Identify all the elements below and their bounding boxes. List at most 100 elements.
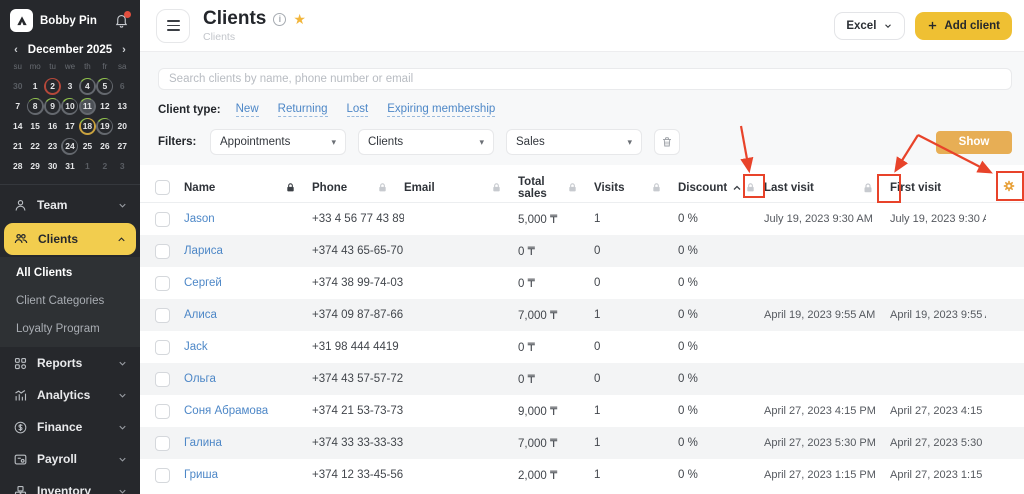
- client-type-new-link[interactable]: New: [236, 103, 259, 117]
- calendar-day[interactable]: 3: [61, 78, 78, 95]
- calendar-day[interactable]: 10: [61, 98, 78, 115]
- calendar-day-name: sa: [114, 62, 131, 76]
- calendar-day[interactable]: 22: [27, 138, 44, 155]
- sidebar-item-label: Clients: [38, 232, 78, 246]
- calendar-day[interactable]: 14: [9, 118, 26, 135]
- row-checkbox[interactable]: [155, 404, 170, 419]
- sidebar-item-inventory[interactable]: Inventory: [0, 475, 140, 494]
- calendar-day[interactable]: 5: [96, 78, 113, 95]
- calendar-day[interactable]: 30: [9, 78, 26, 95]
- calendar-next-icon[interactable]: ›: [119, 44, 129, 56]
- calendar-day[interactable]: 23: [44, 138, 61, 155]
- table-row: Сергей+374 38 99-74-030 ₸00 %: [140, 267, 1024, 299]
- calendar-day[interactable]: 19: [96, 118, 113, 135]
- client-type-returning-link[interactable]: Returning: [278, 103, 328, 117]
- calendar-day[interactable]: 4: [79, 78, 96, 95]
- filters-label: Filters:: [158, 136, 210, 148]
- show-button[interactable]: Show: [936, 131, 1012, 154]
- lock-icon[interactable]: [862, 182, 874, 194]
- lock-icon[interactable]: [377, 182, 388, 193]
- calendar-day[interactable]: 7: [9, 98, 26, 115]
- calendar-day[interactable]: 21: [9, 138, 26, 155]
- client-type-label: Client type:: [158, 104, 221, 116]
- lock-icon[interactable]: [567, 182, 578, 193]
- calendar-day[interactable]: 26: [96, 138, 113, 155]
- filter-dropdown-sales[interactable]: Sales ▾: [506, 129, 642, 155]
- calendar-day[interactable]: 24: [61, 138, 78, 155]
- calendar-day[interactable]: 30: [44, 158, 61, 175]
- calendar-day[interactable]: 27: [114, 138, 131, 155]
- hamburger-menu-button[interactable]: [156, 9, 190, 43]
- row-checkbox[interactable]: [155, 468, 170, 483]
- filter-dropdown-clients[interactable]: Clients ▾: [358, 129, 494, 155]
- client-type-lost-link[interactable]: Lost: [347, 103, 369, 117]
- client-visits: 1: [594, 213, 678, 225]
- chevron-down-icon: [883, 21, 893, 31]
- client-name-link[interactable]: Галина: [184, 437, 222, 449]
- calendar-day[interactable]: 20: [114, 118, 131, 135]
- row-checkbox[interactable]: [155, 244, 170, 259]
- calendar-day[interactable]: 11: [79, 98, 96, 115]
- sort-ascending-icon[interactable]: [731, 182, 743, 194]
- calendar-day[interactable]: 17: [61, 118, 78, 135]
- excel-export-button[interactable]: Excel: [834, 12, 905, 40]
- calendar-day[interactable]: 1: [79, 158, 96, 175]
- calendar-day[interactable]: 9: [44, 98, 61, 115]
- calendar-day[interactable]: 2: [44, 78, 61, 95]
- row-checkbox[interactable]: [155, 340, 170, 355]
- sidebar-item-analytics[interactable]: Analytics: [0, 379, 140, 411]
- sidebar-item-all-clients[interactable]: All Clients: [0, 259, 140, 287]
- calendar-day[interactable]: 8: [27, 98, 44, 115]
- lock-icon[interactable]: [285, 182, 296, 193]
- row-checkbox[interactable]: [155, 308, 170, 323]
- notifications-bell-icon[interactable]: [114, 13, 130, 29]
- calendar-day[interactable]: 6: [114, 78, 131, 95]
- clear-filters-button[interactable]: [654, 129, 680, 155]
- sidebar-item-team[interactable]: Team: [0, 189, 140, 221]
- calendar-day[interactable]: 1: [27, 78, 44, 95]
- calendar-day[interactable]: 16: [44, 118, 61, 135]
- search-input[interactable]: [158, 68, 1012, 90]
- row-checkbox[interactable]: [155, 436, 170, 451]
- calendar-day[interactable]: 25: [79, 138, 96, 155]
- client-name-link[interactable]: Гриша: [184, 469, 218, 481]
- calendar-day[interactable]: 18: [79, 118, 96, 135]
- calendar-prev-icon[interactable]: ‹: [11, 44, 21, 56]
- calendar-day[interactable]: 3: [114, 158, 131, 175]
- client-name-link[interactable]: Jason: [184, 213, 215, 225]
- calendar-day[interactable]: 12: [96, 98, 113, 115]
- table-settings-gear-icon[interactable]: [1002, 179, 1016, 196]
- lock-icon[interactable]: [491, 182, 502, 193]
- calendar-day[interactable]: 29: [27, 158, 44, 175]
- row-checkbox[interactable]: [155, 212, 170, 227]
- column-header-email: Email: [404, 182, 435, 194]
- calendar-day[interactable]: 13: [114, 98, 131, 115]
- client-type-expiring-membership-link[interactable]: Expiring membership: [387, 103, 495, 117]
- client-name-link[interactable]: Сергей: [184, 277, 222, 289]
- client-name-link[interactable]: Jack: [184, 341, 208, 353]
- row-checkbox[interactable]: [155, 372, 170, 387]
- calendar-day[interactable]: 31: [61, 158, 78, 175]
- lock-icon[interactable]: [745, 182, 756, 193]
- lock-icon[interactable]: [651, 182, 662, 193]
- sidebar-item-payroll[interactable]: Payroll: [0, 443, 140, 475]
- sidebar-item-finance[interactable]: Finance: [0, 411, 140, 443]
- sidebar-item-clients[interactable]: Clients: [4, 223, 136, 255]
- add-client-button[interactable]: Add client: [915, 12, 1012, 40]
- client-name-link[interactable]: Лариса: [184, 245, 223, 257]
- calendar-day[interactable]: 15: [27, 118, 44, 135]
- sidebar-item-client-categories[interactable]: Client Categories: [0, 287, 140, 315]
- filter-dropdown-appointments[interactable]: Appointments ▾: [210, 129, 346, 155]
- client-name-link[interactable]: Ольга: [184, 373, 216, 385]
- select-all-checkbox[interactable]: [155, 180, 170, 195]
- favorite-star-icon[interactable]: ★: [293, 12, 306, 26]
- info-icon[interactable]: i: [273, 13, 286, 26]
- client-visits: 0: [594, 277, 678, 289]
- sidebar-item-reports[interactable]: Reports: [0, 347, 140, 379]
- calendar-day[interactable]: 2: [96, 158, 113, 175]
- client-name-link[interactable]: Соня Абрамова: [184, 405, 268, 417]
- calendar-day[interactable]: 28: [9, 158, 26, 175]
- row-checkbox[interactable]: [155, 276, 170, 291]
- sidebar-item-loyalty-program[interactable]: Loyalty Program: [0, 315, 140, 343]
- client-name-link[interactable]: Алиса: [184, 309, 217, 321]
